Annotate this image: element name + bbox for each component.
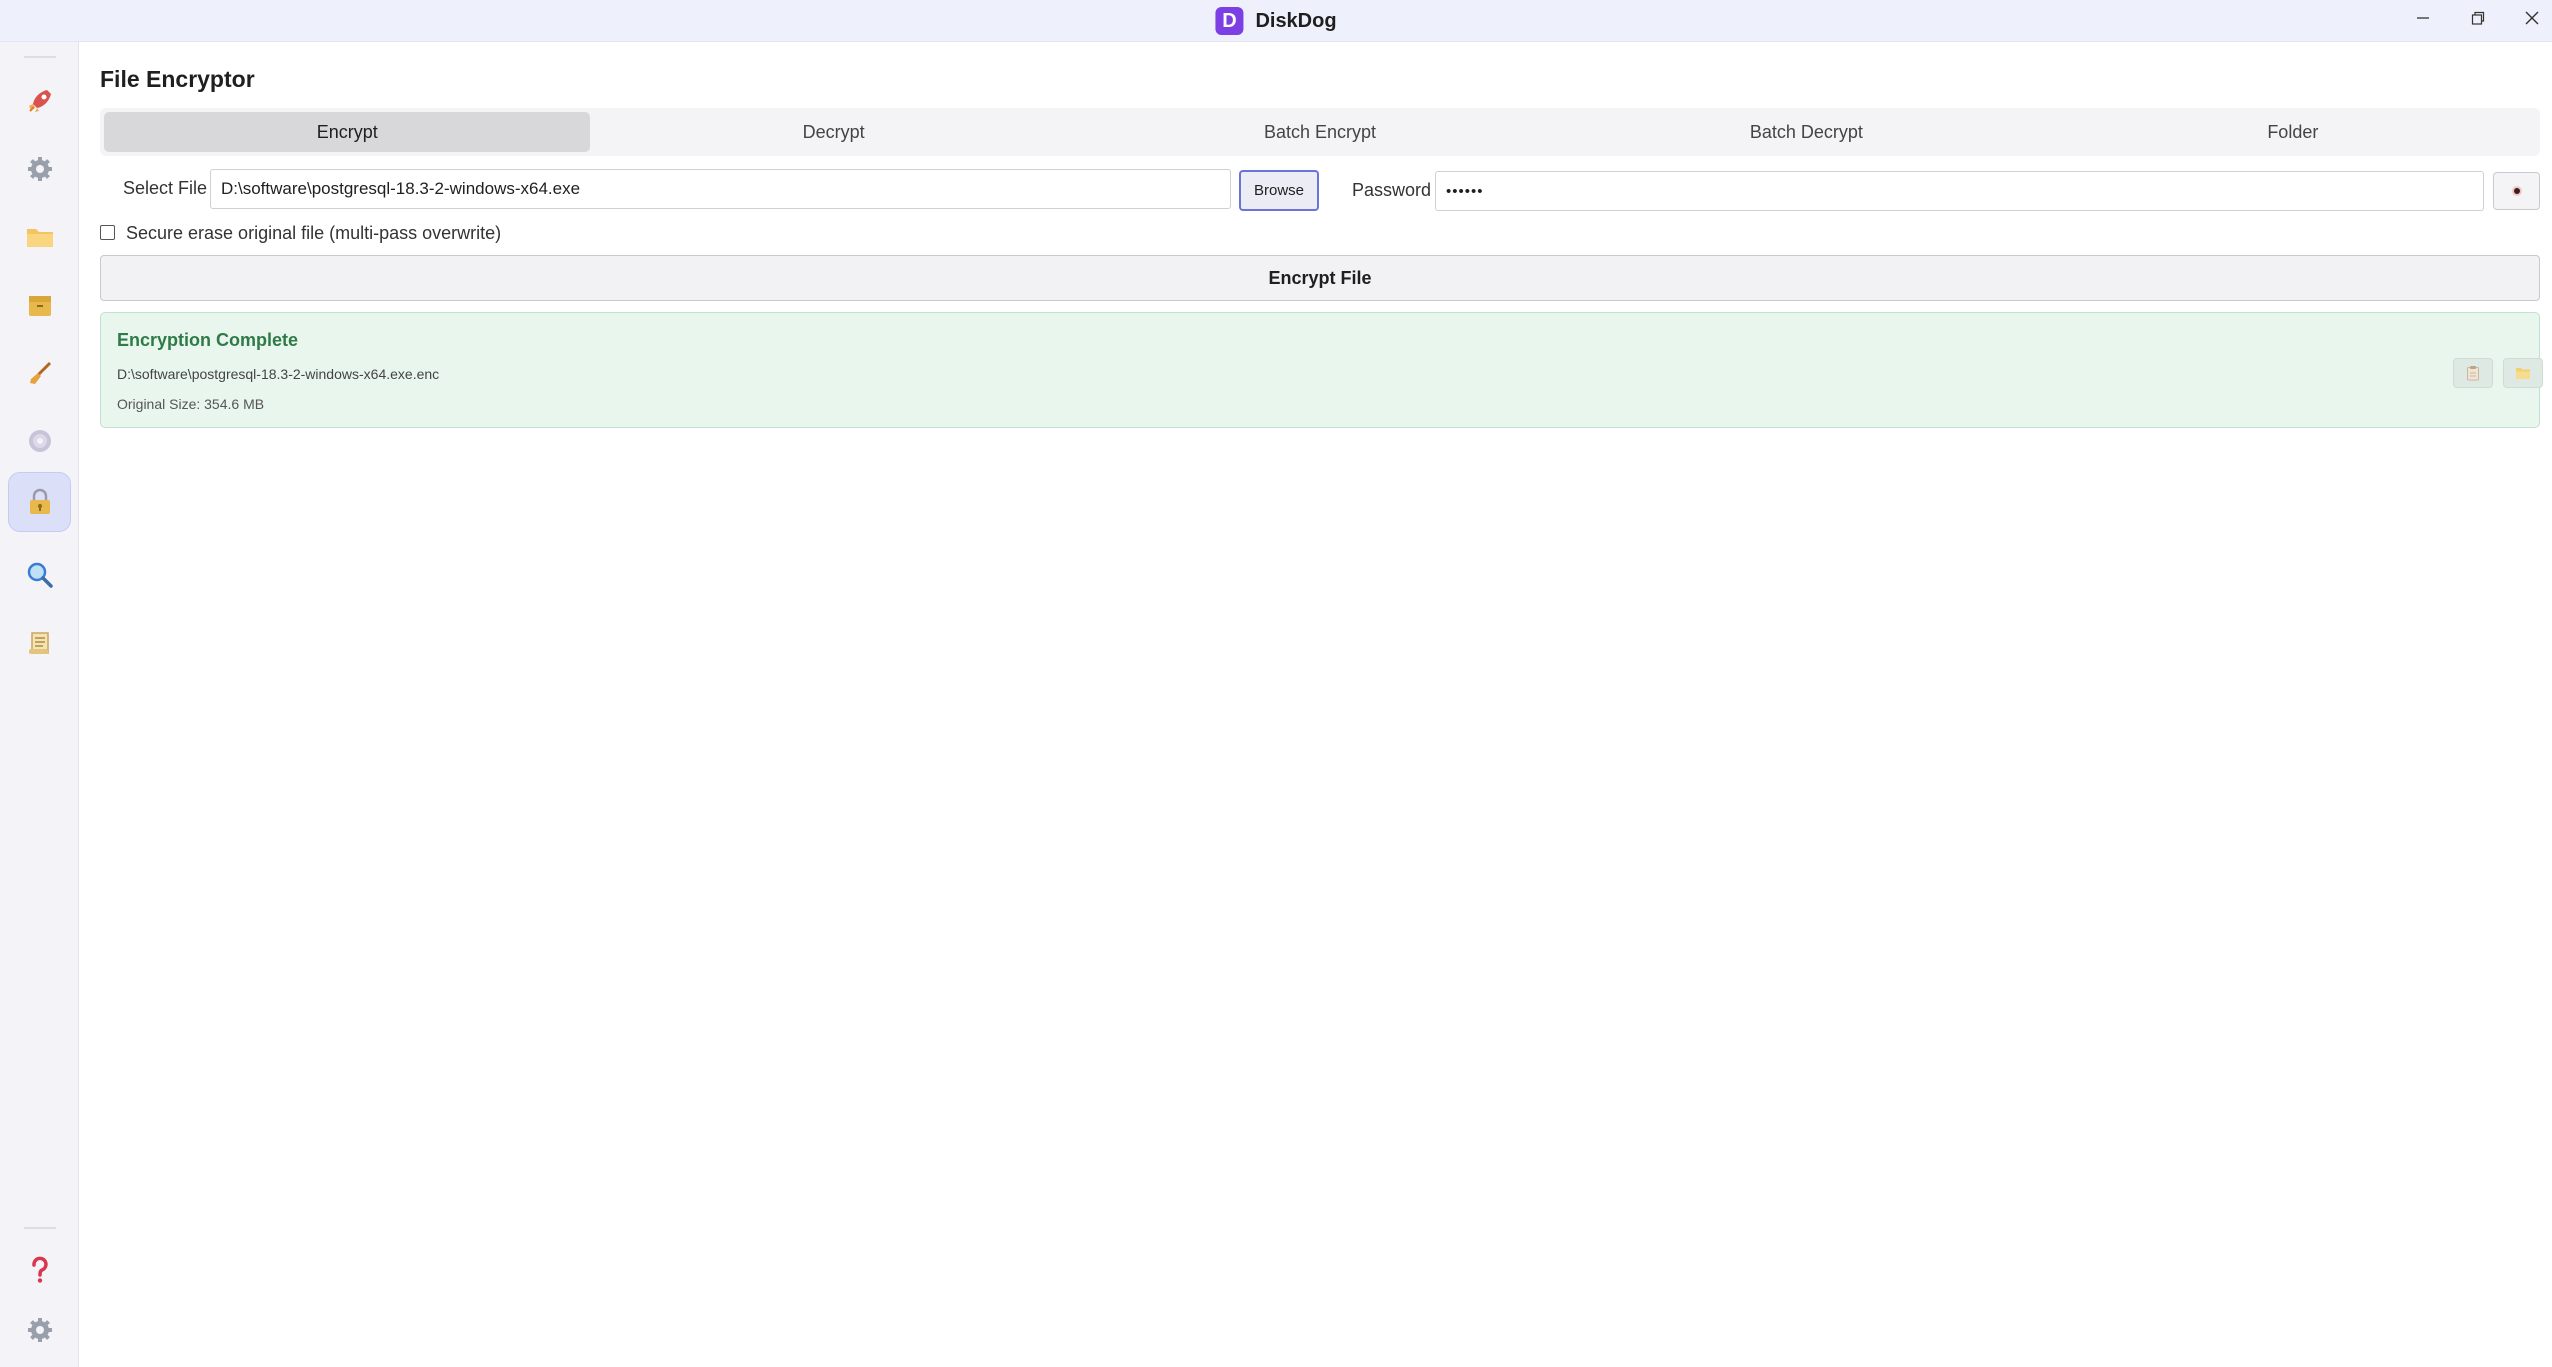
result-output-path: D:\software\postgresql-18.3-2-windows-x6…	[117, 366, 440, 382]
select-file-label: Select File	[123, 178, 208, 198]
disc-icon	[28, 430, 51, 452]
lock-icon	[29, 488, 50, 514]
tab-folder[interactable]: Folder	[2050, 112, 2536, 152]
password-label: Password	[1352, 180, 1432, 200]
sidebar-item-cleaner[interactable]	[8, 343, 71, 403]
password-input[interactable]: ••••••	[1435, 171, 2484, 211]
help-icon	[31, 1256, 48, 1283]
sidebar-item-files[interactable]	[8, 207, 71, 267]
scroll-icon	[28, 632, 49, 654]
close-icon	[2525, 11, 2539, 25]
app-title: D DiskDog	[1215, 0, 1337, 42]
sidebar-item-help[interactable]	[8, 1240, 71, 1300]
sidebar-item-organizer[interactable]	[8, 275, 71, 335]
copy-path-button[interactable]	[2453, 358, 2493, 388]
close-button[interactable]	[2505, 0, 2552, 36]
secure-erase-checkbox[interactable]	[100, 225, 115, 240]
sidebar-item-boost[interactable]	[8, 71, 71, 131]
restore-button[interactable]	[2451, 0, 2505, 36]
secure-erase-label: Secure erase original file (multi-pass o…	[126, 223, 502, 243]
encryption-result-panel: Encryption Complete D:\software\postgres…	[100, 312, 2543, 428]
folder-icon	[26, 229, 53, 247]
brush-icon	[29, 361, 51, 384]
sidebar-item-encryptor[interactable]	[8, 472, 71, 532]
result-title: Encryption Complete	[117, 330, 299, 350]
folder-icon	[2516, 368, 2530, 379]
mode-tabs: Encrypt Decrypt Batch Encrypt Batch Decr…	[100, 108, 2540, 156]
sidebar-item-optimize[interactable]	[8, 139, 71, 199]
sidebar	[0, 42, 79, 1367]
sidebar-divider	[24, 1227, 56, 1229]
result-original-size: Original Size: 354.6 MB	[117, 396, 265, 412]
rocket-icon	[28, 90, 51, 112]
main-content: File Encryptor Encrypt Decrypt Batch Enc…	[80, 42, 2552, 1367]
settings-icon	[27, 1318, 52, 1342]
sidebar-item-search[interactable]	[8, 545, 71, 605]
title-bar: D DiskDog	[0, 0, 2552, 42]
minimize-button[interactable]	[2396, 0, 2450, 36]
file-path-input[interactable]: D:\software\postgresql-18.3-2-windows-x6…	[210, 169, 1231, 209]
toggle-password-visibility-button[interactable]	[2493, 172, 2540, 210]
clipboard-icon	[2467, 366, 2479, 381]
browse-button[interactable]: Browse	[1239, 170, 1319, 211]
sidebar-item-disk[interactable]	[8, 411, 71, 471]
sidebar-item-settings[interactable]	[8, 1300, 71, 1360]
sidebar-item-logs[interactable]	[8, 613, 71, 673]
app-logo: D	[1215, 7, 1244, 35]
tab-batch-decrypt[interactable]: Batch Decrypt	[1563, 112, 2049, 152]
minimize-icon	[2417, 17, 2429, 19]
app-name: DiskDog	[1255, 9, 1337, 32]
tab-decrypt[interactable]: Decrypt	[590, 112, 1076, 152]
gear-icon	[27, 157, 52, 181]
open-folder-button[interactable]	[2503, 358, 2543, 388]
page-title: File Encryptor	[100, 66, 255, 92]
tab-batch-encrypt[interactable]: Batch Encrypt	[1077, 112, 1563, 152]
eye-icon	[2511, 186, 2522, 196]
tab-encrypt[interactable]: Encrypt	[104, 112, 591, 152]
restore-icon	[2471, 11, 2485, 25]
encrypt-file-button[interactable]: Encrypt File	[100, 255, 2540, 301]
file-cabinet-icon	[28, 296, 51, 316]
magnifier-icon	[27, 562, 53, 588]
sidebar-divider	[24, 56, 56, 58]
